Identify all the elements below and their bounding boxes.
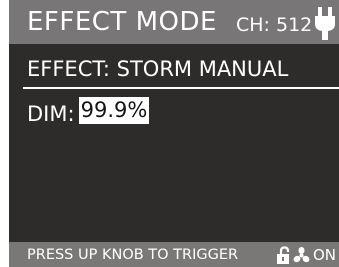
divider xyxy=(23,87,339,89)
dim-label: DIM: xyxy=(27,102,75,126)
dim-value-field[interactable]: 99.9% xyxy=(79,97,149,124)
fan-icon xyxy=(293,247,310,263)
mode-title: EFFECT MODE xyxy=(27,7,217,37)
lcd-screen: EFFECT MODE CH: 512 EFFECT: STORM MANUAL… xyxy=(9,0,339,267)
footer-bar: PRESS UP KNOB TO TRIGGER ON xyxy=(9,242,339,267)
lock-icon xyxy=(277,246,290,264)
channel-readout: CH: 512 xyxy=(236,14,313,36)
fan-state: ON xyxy=(313,246,337,264)
header-bar: EFFECT MODE CH: 512 xyxy=(9,0,339,44)
trigger-instruction: PRESS UP KNOB TO TRIGGER xyxy=(27,247,239,263)
plug-icon xyxy=(315,7,335,40)
effect-name: EFFECT: STORM MANUAL xyxy=(27,57,289,81)
